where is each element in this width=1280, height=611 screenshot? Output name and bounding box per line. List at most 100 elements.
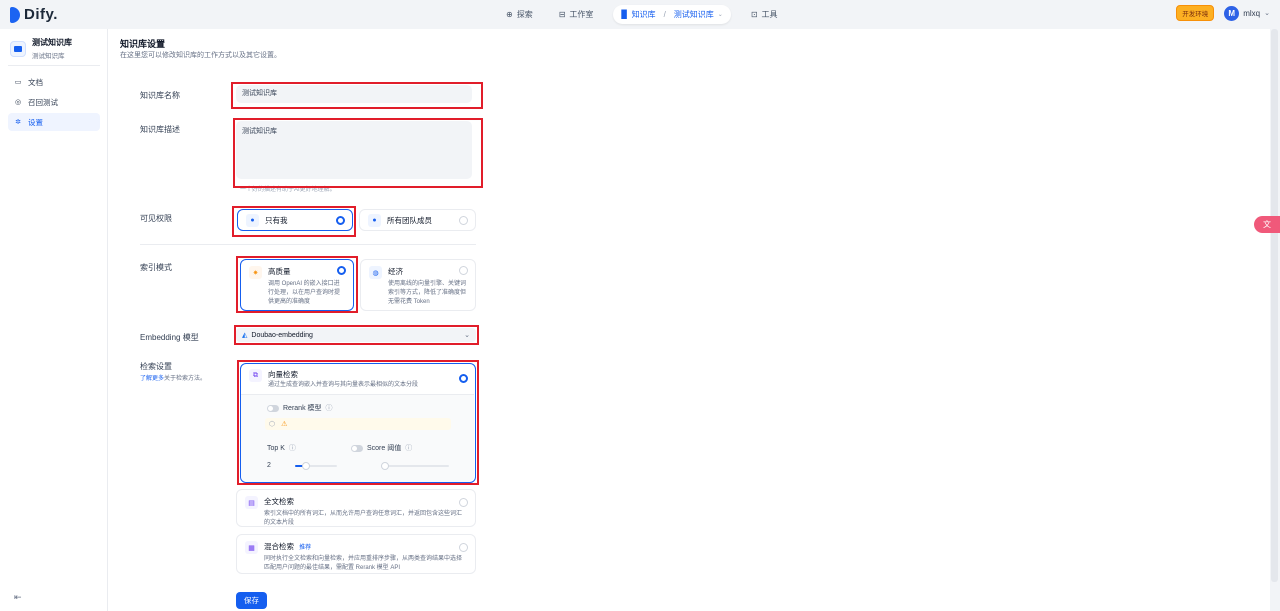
description-label: 知识库描述 xyxy=(140,125,180,134)
permission-only-me-radio[interactable] xyxy=(336,216,345,225)
chevron-down-icon[interactable]: ⌄ xyxy=(718,11,723,18)
hybrid-desc: 同时执行全文检索和向量检索，并应用重排序步骤，从两类查询结果中选择匹配用户问题的… xyxy=(264,556,463,571)
studio-icon: ⊟ xyxy=(558,10,566,19)
permission-all-members-label: 所有团队成员 xyxy=(387,215,432,225)
description-hint: 一个好的描述有助于AI更好地理解。 xyxy=(240,187,336,193)
index-mode-label: 索引模式 xyxy=(140,263,172,272)
compass-icon: ⊕ xyxy=(506,10,513,19)
chevron-down-icon[interactable]: ⌄ xyxy=(1264,9,1270,17)
fulltext-desc: 索引文档中的所有词汇，从而允许用户查询任意词汇，并返回包含这些词汇的文本片段 xyxy=(264,511,463,526)
score-row: Score 阈值 ⓘ xyxy=(351,443,412,453)
collapse-sidebar-icon[interactable]: ⇤ xyxy=(14,592,22,603)
permission-all-members-radio[interactable] xyxy=(459,216,468,225)
save-button[interactable]: 保存 xyxy=(236,592,267,609)
vector-search-radio[interactable] xyxy=(459,374,468,383)
hybrid-search-card[interactable]: ▦ 混合检索 推荐 同时执行全文检索和向量检索，并应用重排序步骤，从两类查询结果… xyxy=(236,534,476,574)
user-name[interactable]: mlxq xyxy=(1243,9,1260,18)
score-toggle[interactable] xyxy=(351,444,363,452)
nav-datasets[interactable]: ▉ 知识库 / 测试知识库 ⌄ xyxy=(613,5,731,24)
sidebar-item-settings[interactable]: ✲ 设置 xyxy=(8,113,100,131)
section-divider xyxy=(140,244,476,245)
page-scrollbar[interactable] xyxy=(1271,29,1278,582)
question-icon: ⓘ xyxy=(325,405,333,412)
sidebar-divider xyxy=(8,65,100,66)
retrieval-hint: 了解更多关于检索方法。 xyxy=(140,373,206,382)
dataset-description: 测试知识库 xyxy=(32,53,65,60)
index-eco-radio[interactable] xyxy=(459,266,468,275)
cube-icon: ⬡ xyxy=(269,421,276,428)
permission-only-me[interactable]: ● 只有我 xyxy=(237,209,353,231)
recommend-tag: 推荐 xyxy=(299,545,312,551)
sidebar: 测试知识库 测试知识库 ▭ 文档 ◎ 召回测试 ✲ 设置 ⇤ xyxy=(0,29,108,611)
nav-explore[interactable]: ⊕ 探索 xyxy=(500,6,539,23)
score-slider-handle[interactable] xyxy=(381,462,389,470)
nav-studio[interactable]: ⊟ 工作室 xyxy=(553,6,600,23)
grid-icon: ▦ xyxy=(245,541,258,554)
score-label: Score 阈值 xyxy=(367,445,402,452)
embedding-label: Embedding 模型 xyxy=(140,333,199,342)
nav-explore-label: 探索 xyxy=(516,10,533,19)
fulltext-radio[interactable] xyxy=(459,498,468,507)
top-right: 开发环境 M mlxq ⌄ xyxy=(1176,5,1270,21)
vector-search-title: 向量检索 xyxy=(268,370,298,379)
index-high-radio[interactable] xyxy=(337,266,346,275)
vector-search-header: ⧉ 向量检索 通过生成查询嵌入并查询与其向量表示最相似的文本分段 xyxy=(249,369,418,390)
nav-tools-label: 工具 xyxy=(761,10,778,19)
retrieval-hint-text: 关于检索方法。 xyxy=(164,376,207,382)
page-subtitle: 在这里您可以修改知识库的工作方式以及其它设置。 xyxy=(120,52,281,59)
rerank-toggle[interactable] xyxy=(267,404,279,412)
book-icon: ▉ xyxy=(621,10,628,19)
translate-float-icon[interactable]: 文 xyxy=(1254,216,1280,233)
nav-separator: / xyxy=(663,10,666,19)
hybrid-radio[interactable] xyxy=(459,543,468,552)
avatar[interactable]: M xyxy=(1224,5,1240,21)
index-high-desc: 调用 OpenAI 的嵌入接口进行处理，以在用户查询时提供更高的准确度 xyxy=(268,281,341,305)
sidebar-item-label: 召回测试 xyxy=(28,97,58,107)
dify-logo[interactable]: Dify. xyxy=(10,6,58,23)
permission-all-members[interactable]: ● 所有团队成员 xyxy=(359,209,476,231)
account-menu[interactable]: M mlxq ⌄ xyxy=(1224,5,1270,21)
name-input-value: 测试知识库 xyxy=(242,90,277,97)
question-icon: ⓘ xyxy=(288,445,296,452)
index-high-quality[interactable]: ✷ 高质量 调用 OpenAI 的嵌入接口进行处理，以在用户查询时提供更高的准确… xyxy=(240,259,354,311)
rerank-label: Rerank 模型 xyxy=(283,405,322,412)
learn-more-link[interactable]: 了解更多 xyxy=(140,376,164,382)
topk-slider[interactable] xyxy=(295,462,337,470)
nav-current-dataset[interactable]: 测试知识库 xyxy=(674,9,714,20)
embedding-model-value: Doubao-embedding xyxy=(251,331,313,339)
sidebar-item-documents[interactable]: ▭ 文档 xyxy=(8,73,100,91)
hybrid-title: 混合检索 xyxy=(264,542,294,551)
sidebar-item-hit-testing[interactable]: ◎ 召回测试 xyxy=(8,93,100,111)
top-bar: Dify. ⊕ 探索 ⊟ 工作室 ▉ 知识库 / 测试知识库 ⌄ ⊡ 工具 开发… xyxy=(0,0,1280,29)
fulltext-search-card[interactable]: ▤ 全文检索 索引文档中的所有词汇，从而允许用户查询任意词汇，并返回包含这些词汇… xyxy=(236,489,476,527)
question-icon: ⓘ xyxy=(405,445,413,452)
vector-search-desc: 通过生成查询嵌入并查询与其向量表示最相似的文本分段 xyxy=(268,382,419,388)
name-input[interactable]: 测试知识库 xyxy=(236,85,472,103)
vector-search-card[interactable]: ⧉ 向量检索 通过生成查询嵌入并查询与其向量表示最相似的文本分段 Rerank … xyxy=(240,363,476,483)
model-provider-icon: ◭ xyxy=(242,332,248,339)
logo-text: Dify. xyxy=(24,6,58,23)
embedding-model-select[interactable]: ◭ Doubao-embedding ⌄ xyxy=(236,328,476,342)
gear-icon: ✲ xyxy=(15,119,21,126)
nav-studio-label: 工作室 xyxy=(569,10,594,19)
folder-icon xyxy=(10,40,26,57)
description-textarea[interactable]: 测试知识库 xyxy=(236,121,472,179)
name-label: 知识库名称 xyxy=(140,91,180,100)
topk-row: Top K ⓘ xyxy=(267,443,296,453)
index-high-title: 高质量 xyxy=(268,267,291,276)
rerank-row: Rerank 模型 ⓘ xyxy=(267,403,333,413)
settings-panel: 知识库设置 在这里您可以修改知识库的工作方式以及其它设置。 知识库名称 测试知识… xyxy=(108,29,1270,611)
score-slider[interactable] xyxy=(381,462,449,470)
index-economy[interactable]: ◍ 经济 使用离线的向量引擎、关键词索引等方式，降低了准确度但无需花费 Toke… xyxy=(360,259,476,311)
target-icon: ◎ xyxy=(14,99,22,106)
dataset-name: 测试知识库 xyxy=(32,38,72,47)
logo-mark-icon xyxy=(10,6,20,23)
nav-tools[interactable]: ⊡ 工具 xyxy=(745,6,784,23)
topk-input[interactable]: 2 xyxy=(267,462,291,472)
piggy-bank-icon: ◍ xyxy=(369,266,382,279)
rerank-model-warning[interactable]: ⬡ ⚠ xyxy=(265,418,451,430)
topk-slider-handle[interactable] xyxy=(302,462,310,470)
nav-datasets-label: 知识库 xyxy=(631,10,656,19)
description-value: 测试知识库 xyxy=(242,128,277,135)
document-icon: ▭ xyxy=(14,79,22,86)
